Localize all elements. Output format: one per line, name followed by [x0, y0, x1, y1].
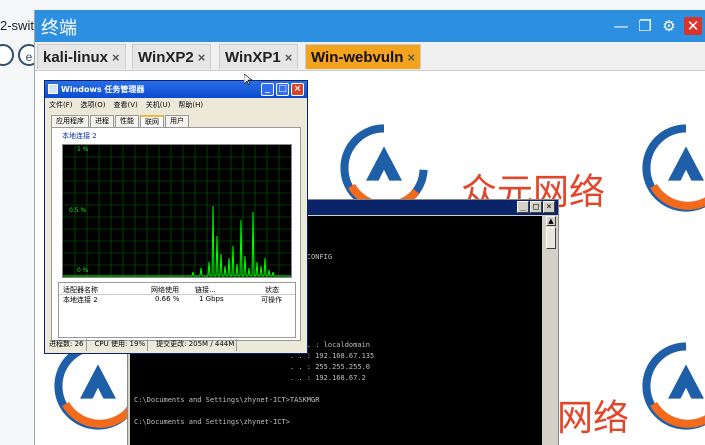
adapter-speed: 1 Gbps — [199, 295, 224, 303]
adapter-table: 适配器名称 网络使用 链接... 状态 本地连接 2 0.66 % 1 Gbps… — [58, 282, 296, 338]
minimize-icon[interactable]: _ — [261, 83, 274, 96]
minimize-icon[interactable]: — — [612, 17, 630, 35]
scroll-up-icon[interactable]: ▲ — [546, 216, 556, 226]
tab-performance[interactable]: 性能 — [115, 115, 139, 127]
adapter-usage: 0.66 % — [155, 295, 180, 303]
status-bar: 进程数: 26 CPU 使用: 19% 提交更改: 205M / 444M — [47, 339, 305, 351]
cpu-usage: CPU 使用: 19% — [93, 339, 149, 351]
tab-label: Win-webvuln — [311, 49, 404, 66]
restore-icon[interactable]: ❐ — [636, 17, 654, 35]
cmd-line: C:\Documents and Settings\zhynet-ICT> — [134, 418, 290, 426]
network-graph-svg — [63, 145, 291, 277]
terminal-title-bar[interactable]: 终端 — ❐ ⚙ ✕ — [35, 10, 705, 42]
adapter-name[interactable]: 本地连接 2 — [63, 295, 98, 305]
cmd-window-controls: _ □ × — [517, 201, 555, 213]
watermark-logo-icon — [642, 342, 705, 430]
menu-help[interactable]: 帮助(H) — [178, 100, 203, 110]
menu-shutdown[interactable]: 关机(U) — [146, 100, 171, 110]
task-manager-window[interactable]: Windows 任务管理器 _ □ × 文件(F) 选项(O) 查看(V) 关机… — [44, 80, 308, 354]
tab-label: WinXP2 — [138, 49, 194, 66]
task-manager-title-bar[interactable]: Windows 任务管理器 _ □ × — [45, 81, 307, 98]
y-tick-label: 0 % — [77, 267, 89, 274]
menu-view[interactable]: 查看(V) — [113, 100, 137, 110]
window-controls: — ❐ ⚙ ✕ — [612, 16, 702, 36]
watermark-logo-icon — [642, 124, 705, 212]
close-tab-icon[interactable]: × — [112, 50, 120, 65]
menu-options[interactable]: 选项(O) — [81, 100, 106, 110]
cmd-line: . . : 255.255.255.0 — [134, 363, 371, 371]
terminal-title: 终端 — [41, 18, 77, 39]
tab-winxp2[interactable]: WinXP2 × — [132, 44, 212, 69]
mouse-cursor-icon — [244, 74, 252, 86]
cmd-scrollbar[interactable]: ▲ — [545, 216, 557, 445]
tab-kali-linux[interactable]: kali-linux × — [37, 44, 126, 69]
close-icon[interactable]: × — [291, 83, 304, 96]
tab-users[interactable]: 用户 — [165, 115, 189, 127]
gear-icon[interactable]: ⚙ — [660, 17, 678, 35]
close-tab-icon[interactable]: × — [407, 50, 415, 65]
tab-winxp1[interactable]: WinXP1 × — [219, 44, 299, 69]
close-icon[interactable]: ✕ — [684, 17, 702, 35]
watermark-text: 网络 — [557, 398, 630, 439]
cmd-line: . . : 192.168.67.2 — [134, 374, 366, 382]
minimize-icon[interactable]: _ — [517, 201, 529, 213]
tab-label: WinXP1 — [225, 49, 281, 66]
tab-bar: kali-linux × WinXP2 × WinXP1 × Win-webvuln × — [35, 42, 705, 71]
maximize-icon[interactable]: □ — [530, 201, 542, 213]
close-tab-icon[interactable]: × — [285, 50, 293, 65]
background-toolbar: e — [0, 44, 40, 70]
task-manager-title: Windows 任务管理器 — [61, 85, 145, 94]
tab-processes[interactable]: 进程 — [90, 115, 114, 127]
background-circle-button[interactable] — [0, 44, 14, 66]
maximize-icon[interactable]: □ — [276, 83, 289, 96]
window-controls: _ □ × — [261, 83, 304, 96]
cmd-line: C:\Documents and Settings\zhynet-ICT>TAS… — [134, 396, 320, 404]
menu-file[interactable]: 文件(F) — [49, 100, 73, 110]
connection-label: 本地连接 2 — [62, 132, 97, 140]
menu-bar: 文件(F) 选项(O) 查看(V) 关机(U) 帮助(H) — [49, 100, 203, 110]
commit-charge: 提交更改: 205M / 444M — [154, 339, 238, 351]
tab-applications[interactable]: 应用程序 — [51, 115, 89, 127]
task-manager-icon — [48, 84, 58, 94]
networking-panel: 本地连接 2 1 % 0.5 % 0 % 适配器名称 网络使用 链接... 状态… — [51, 127, 301, 341]
y-tick-label: 0.5 % — [69, 207, 87, 214]
background-tab[interactable]: 2-swit — [0, 18, 34, 40]
network-graph: 1 % 0.5 % 0 % — [62, 144, 292, 278]
tab-label: kali-linux — [43, 49, 109, 66]
close-icon[interactable]: × — [543, 201, 555, 213]
tab-win-webvuln[interactable]: Win-webvuln × — [305, 44, 421, 69]
close-tab-icon[interactable]: × — [198, 50, 206, 65]
process-count: 进程数: 26 — [47, 339, 87, 351]
adapter-state: 可操作 — [261, 296, 282, 304]
y-tick-label: 1 % — [77, 146, 89, 153]
scroll-thumb[interactable] — [546, 227, 556, 249]
